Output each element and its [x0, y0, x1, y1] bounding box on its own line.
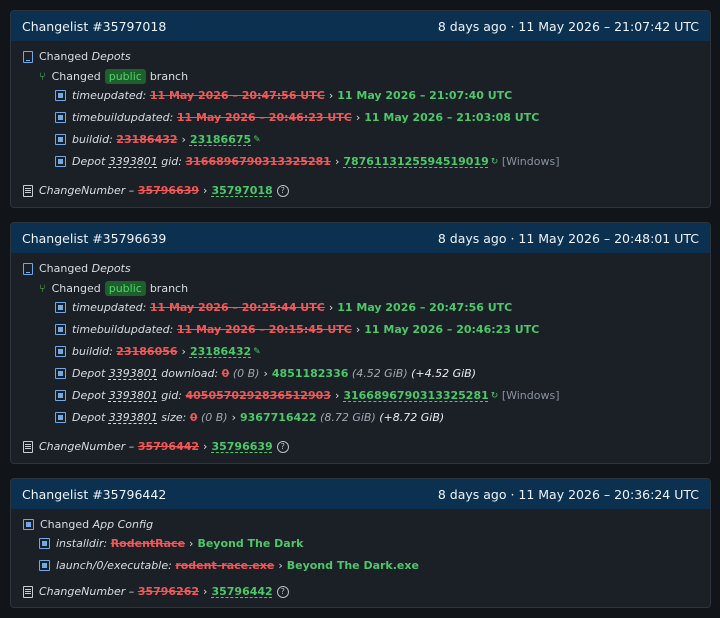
- help-icon[interactable]: ?: [276, 184, 289, 197]
- changelist-card: Changelist #35796639 8 days ago · 11 May…: [10, 222, 711, 464]
- key-icon: [55, 134, 66, 145]
- branch-icon: ⑂: [39, 282, 46, 295]
- change-row: Depot 3393801 download: 0 (0 B) › 48511823…: [55, 367, 476, 380]
- change-row: Depot 3393801 gid: 3166896790313325281 › 7…: [55, 155, 560, 168]
- changenumber-link[interactable]: 35797018: [211, 184, 272, 197]
- depot-icon: [23, 50, 33, 63]
- help-icon[interactable]: ?: [276, 585, 289, 598]
- changed-depots-row: Changed Depots: [23, 262, 131, 275]
- changenumber-icon: [23, 184, 33, 197]
- changelist-time: 8 days ago · 11 May 2026 – 20:48:01 UTC: [437, 230, 699, 246]
- key-icon: [55, 156, 66, 167]
- change-row: buildid: 23186056 › 23186432 ✎: [55, 345, 261, 358]
- change-row: launch/0/executable: rodent-race.exe › Bey…: [39, 559, 419, 572]
- key-icon: [39, 560, 50, 571]
- changelist-header: Changelist #35796639 8 days ago · 11 May…: [11, 223, 710, 253]
- changelist-header: Changelist #35796442 8 days ago · 11 May…: [11, 479, 710, 509]
- changelist-card: Changelist #35796442 8 days ago · 11 May…: [10, 478, 711, 608]
- branch-row: ⑂ Changed public branch: [39, 281, 189, 296]
- key-icon: [55, 302, 66, 313]
- key-icon: [39, 538, 50, 549]
- key-icon: [55, 390, 66, 401]
- changenumber-row: ChangeNumber – 35796262 › 35796442?: [23, 585, 289, 598]
- change-row: timeupdated: 11 May 2026 – 20:47:56 UTC ›…: [55, 89, 512, 102]
- branch-row: ⑂ Changed public branch: [39, 69, 189, 84]
- changelist-time: 8 days ago · 11 May 2026 – 21:07:42 UTC: [437, 18, 699, 34]
- depot-link[interactable]: 3393801: [109, 155, 158, 168]
- depot-link[interactable]: 3393801: [109, 367, 158, 380]
- changelist-time: 8 days ago · 11 May 2026 – 20:36:24 UTC: [437, 486, 699, 502]
- changelist-title[interactable]: Changelist #35796442: [22, 487, 166, 502]
- depot-link[interactable]: 3393801: [109, 411, 158, 424]
- patchnotes-icon[interactable]: ✎: [253, 347, 261, 357]
- depot-link[interactable]: 3393801: [109, 389, 158, 402]
- build-link[interactable]: 23186432: [190, 345, 251, 358]
- changenumber-icon: [23, 585, 33, 598]
- changenumber-row: ChangeNumber – 35796442 › 35796639?: [23, 440, 289, 453]
- key-icon: [55, 112, 66, 123]
- branch-badge: public: [104, 69, 146, 84]
- change-row: timebuildupdated: 11 May 2026 – 20:46:23…: [55, 111, 539, 124]
- history-icon[interactable]: ↻: [491, 391, 499, 401]
- branch-icon: ⑂: [39, 70, 46, 83]
- key-icon: [55, 412, 66, 423]
- changed-depots-row: Changed Depots: [23, 50, 131, 63]
- key-icon: [55, 90, 66, 101]
- build-link[interactable]: 23186675: [190, 133, 251, 146]
- changelist-title[interactable]: Changelist #35796639: [22, 231, 166, 246]
- change-row: installdir: RodentRace › Beyond The Dark: [39, 537, 303, 550]
- history-icon[interactable]: ↻: [491, 157, 499, 167]
- changenumber-link[interactable]: 35796442: [211, 585, 272, 598]
- changelist-card: Changelist #35797018 8 days ago · 11 May…: [10, 10, 711, 208]
- manifest-link[interactable]: 7876113125594519019: [343, 155, 488, 168]
- changenumber-link[interactable]: 35796639: [211, 440, 272, 453]
- key-icon: [55, 324, 66, 335]
- change-row: timebuildupdated: 11 May 2026 – 20:15:45…: [55, 323, 539, 336]
- changenumber-row: ChangeNumber – 35796639 › 35797018?: [23, 184, 289, 197]
- branch-badge: public: [104, 281, 146, 296]
- change-row: Depot 3393801 gid: 4050570292836512903 › 3…: [55, 389, 560, 402]
- changenumber-icon: [23, 440, 33, 453]
- change-row: Depot 3393801 size: 0 (0 B) › 9367716422 (…: [55, 411, 444, 424]
- changelist-header: Changelist #35797018 8 days ago · 11 May…: [11, 11, 710, 41]
- changed-config-row: Changed App Config: [23, 518, 153, 531]
- key-icon: [55, 368, 66, 379]
- depot-icon: [23, 262, 33, 275]
- manifest-link[interactable]: 3166896790313325281: [343, 389, 488, 402]
- change-row: timeupdated: 11 May 2026 – 20:25:44 UTC ›…: [55, 301, 512, 314]
- key-icon: [55, 346, 66, 357]
- changelist-title[interactable]: Changelist #35797018: [22, 19, 166, 34]
- change-row: buildid: 23186432 › 23186675 ✎: [55, 133, 261, 146]
- patchnotes-icon[interactable]: ✎: [253, 135, 261, 145]
- config-icon: [23, 519, 34, 530]
- help-icon[interactable]: ?: [276, 440, 289, 453]
